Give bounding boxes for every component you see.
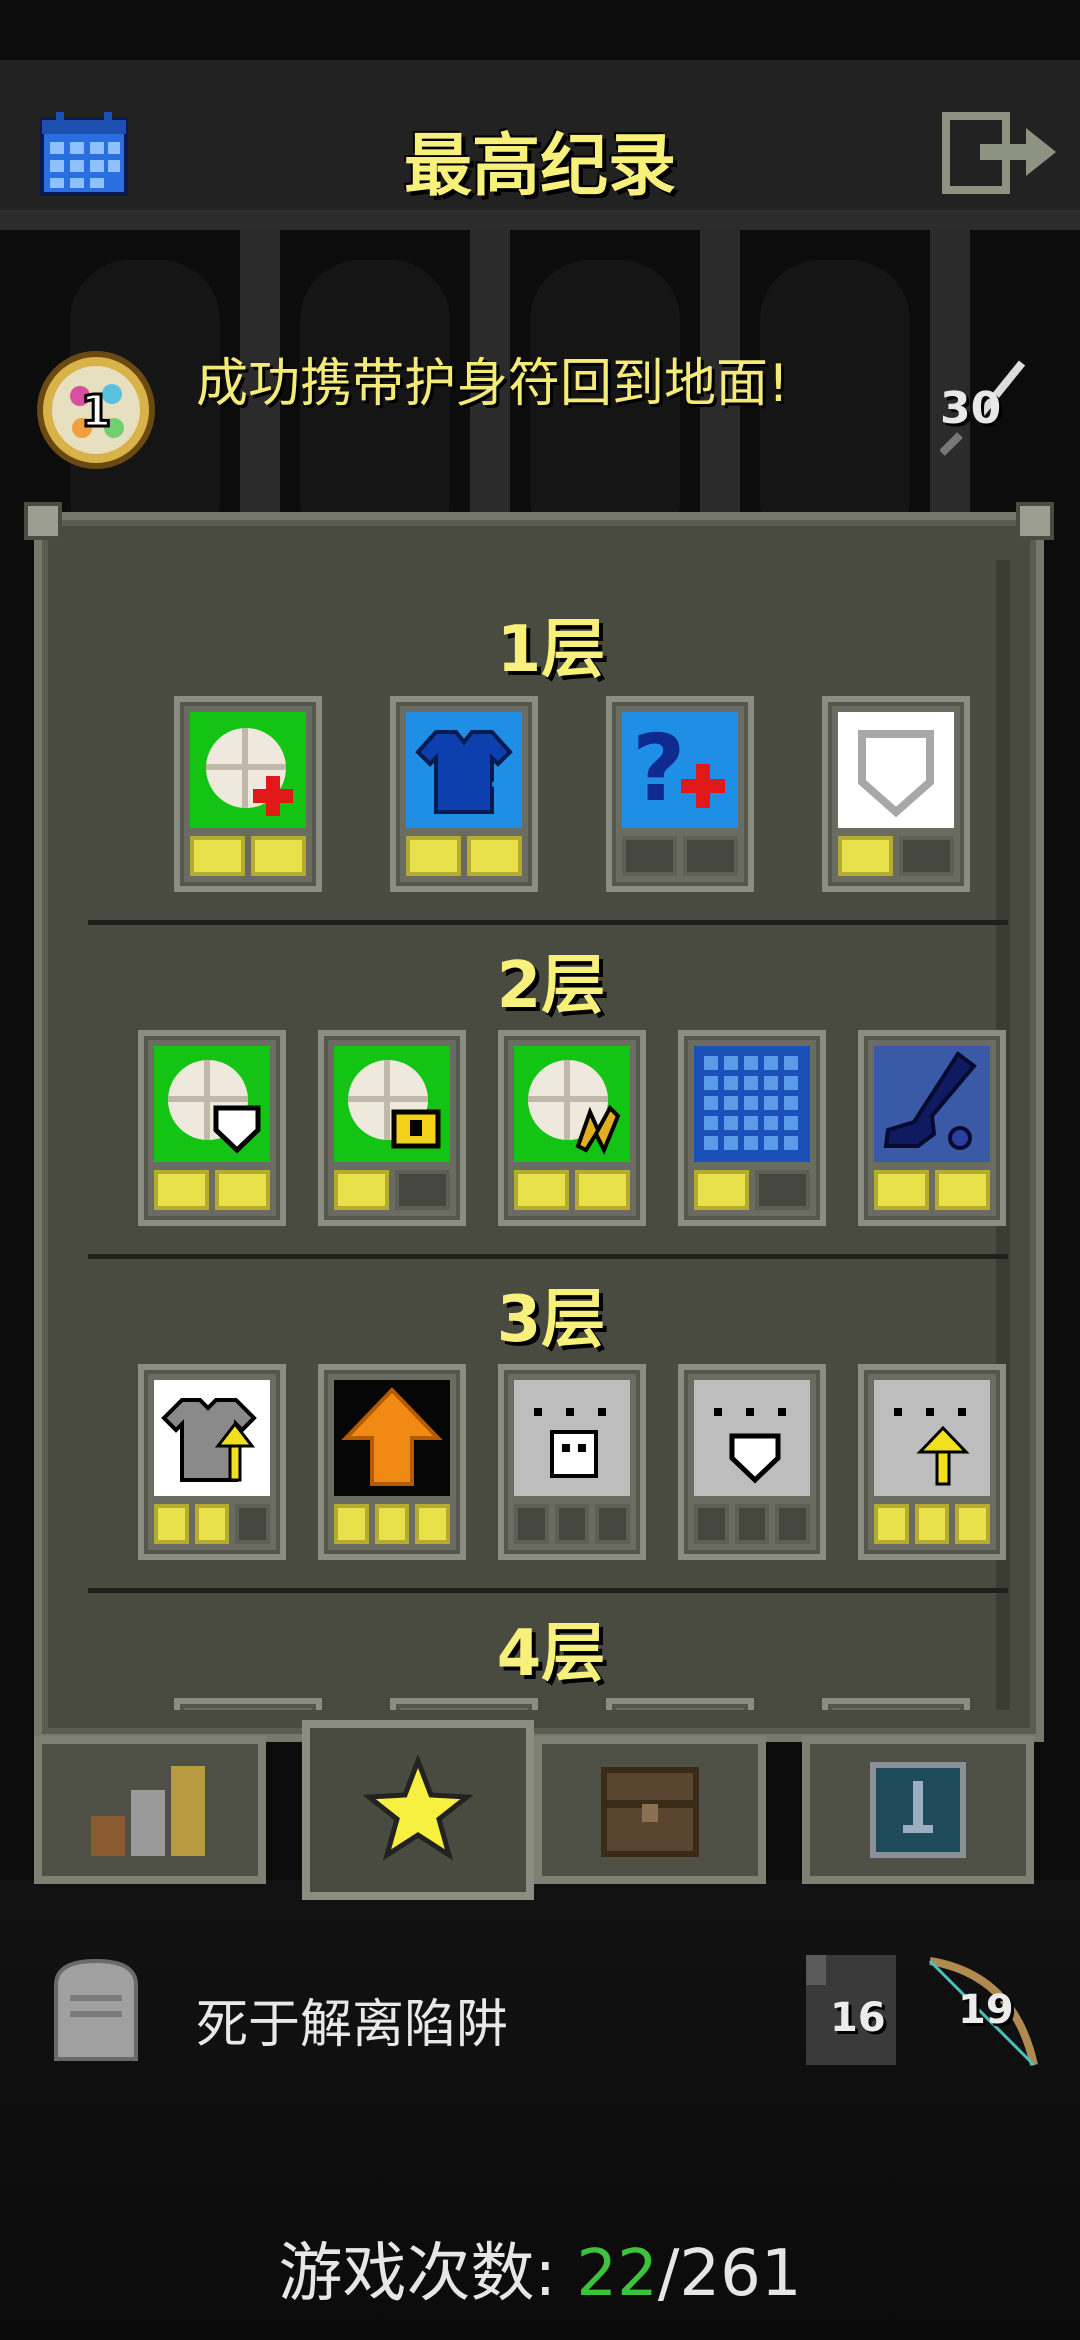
item-slot[interactable]: [678, 1030, 826, 1226]
grid-map-icon: [694, 1046, 810, 1162]
badge-rank-text: 1: [81, 386, 112, 437]
depth-display: 16: [800, 1945, 910, 2075]
floor-divider: [88, 1588, 1008, 1593]
skull-stone-icon: [514, 1380, 630, 1496]
games-count: 游戏次数: 22/261: [0, 2222, 1080, 2314]
item-slot[interactable]: ?: [606, 696, 754, 892]
upgrade-pips: [874, 1504, 991, 1544]
tab-chest[interactable]: [534, 1736, 766, 1884]
item-slot[interactable]: [318, 1364, 466, 1560]
floor-title: 1层: [496, 613, 606, 687]
tab-records[interactable]: [302, 1720, 534, 1900]
item-slot[interactable]: [138, 1364, 286, 1560]
score-display: 30: [940, 355, 1040, 465]
sword-badge-icon: [870, 1762, 966, 1858]
upgrade-pips: [334, 1170, 450, 1210]
record-message: 成功携带护身符回到地面!: [196, 354, 789, 414]
item-slot[interactable]: [390, 1698, 538, 1710]
death-cause: 死于解离陷阱: [196, 1995, 509, 2055]
blue-boot-icon: [874, 1046, 990, 1162]
floor-title: 4层: [496, 1617, 606, 1691]
floor-title: 3层: [496, 1283, 606, 1357]
item-slot[interactable]: [858, 1030, 1006, 1226]
floor-divider: [88, 920, 1008, 925]
records-panel: 1层 ? ? 2层 3层 4层: [24, 502, 1054, 1742]
item-slot[interactable]: ?: [390, 696, 538, 892]
item-slot[interactable]: [138, 1030, 286, 1226]
chest-icon: [601, 1767, 699, 1857]
shield-scroll-icon: [154, 1046, 270, 1162]
item-slot[interactable]: [858, 1364, 1006, 1560]
item-slot[interactable]: [822, 1698, 970, 1710]
chainmail-up-icon: [154, 1380, 270, 1496]
rainbow-badge-icon: 1: [37, 351, 155, 469]
level-display: 19: [924, 1955, 1044, 2075]
svg-text:?: ?: [490, 775, 510, 815]
upgrade-pips: [694, 1504, 811, 1544]
exit-icon: [942, 112, 1056, 194]
shield-stone-icon: [694, 1380, 810, 1496]
floors-list[interactable]: 1层 ? ? 2层 3层 4层: [76, 550, 1026, 1710]
item-slot[interactable]: [498, 1364, 646, 1560]
panel-corner: [1016, 502, 1054, 540]
item-slot[interactable]: [174, 1698, 322, 1710]
svg-text:?: ?: [632, 715, 685, 822]
score-value: 30: [940, 383, 1002, 434]
floor-title: 2层: [496, 949, 606, 1023]
item-slot[interactable]: [822, 696, 970, 892]
games-total: 261: [679, 2237, 802, 2311]
exit-button[interactable]: [940, 110, 1060, 196]
item-slot[interactable]: [174, 696, 322, 892]
page-title: 最高纪录: [403, 127, 676, 206]
upgrade-pips: [154, 1170, 270, 1210]
upgrade-pips: [154, 1504, 271, 1544]
upgrade-pips: [514, 1170, 630, 1210]
item-slot[interactable]: [498, 1030, 646, 1226]
gold-scroll-icon: [334, 1046, 450, 1162]
depth-value: 16: [830, 1995, 886, 2041]
upgrade-pips: [514, 1504, 631, 1544]
games-current: 22: [576, 2237, 658, 2311]
blue-armor-icon: ?: [406, 712, 522, 828]
floor-divider: [88, 1254, 1008, 1259]
upgrade-pips: [874, 1170, 990, 1210]
heal-potion-icon: [190, 712, 306, 828]
upgrade-pips: [334, 1504, 451, 1544]
upgrade-pips: [838, 836, 954, 876]
upgrade-pips: [694, 1170, 810, 1210]
games-separator: /: [657, 2237, 680, 2311]
upgrade-pips: [190, 836, 306, 876]
arrow-stone-icon: [874, 1380, 990, 1496]
orange-arrow-icon: [334, 1380, 450, 1496]
white-shield-icon: [838, 712, 954, 828]
upgrade-pips: [622, 836, 738, 876]
tab-bar: [34, 1720, 1044, 1900]
tab-stats[interactable]: [34, 1736, 266, 1884]
item-slot[interactable]: [318, 1030, 466, 1226]
tombstone-icon: [54, 1958, 138, 2061]
yellow-rune-scroll-icon: [514, 1046, 630, 1162]
item-slot[interactable]: [606, 1698, 754, 1710]
games-label: 游戏次数:: [278, 2237, 577, 2311]
panel-corner: [24, 502, 62, 540]
stats-bars-icon: [91, 1766, 205, 1856]
item-slot[interactable]: [678, 1364, 826, 1560]
rank-badge: 1: [36, 350, 156, 470]
level-value: 19: [958, 1987, 1014, 2033]
unknown-heal-icon: ?: [622, 712, 738, 828]
upgrade-pips: [406, 836, 522, 876]
star-icon: [363, 1755, 473, 1861]
tab-badges[interactable]: [802, 1736, 1034, 1884]
